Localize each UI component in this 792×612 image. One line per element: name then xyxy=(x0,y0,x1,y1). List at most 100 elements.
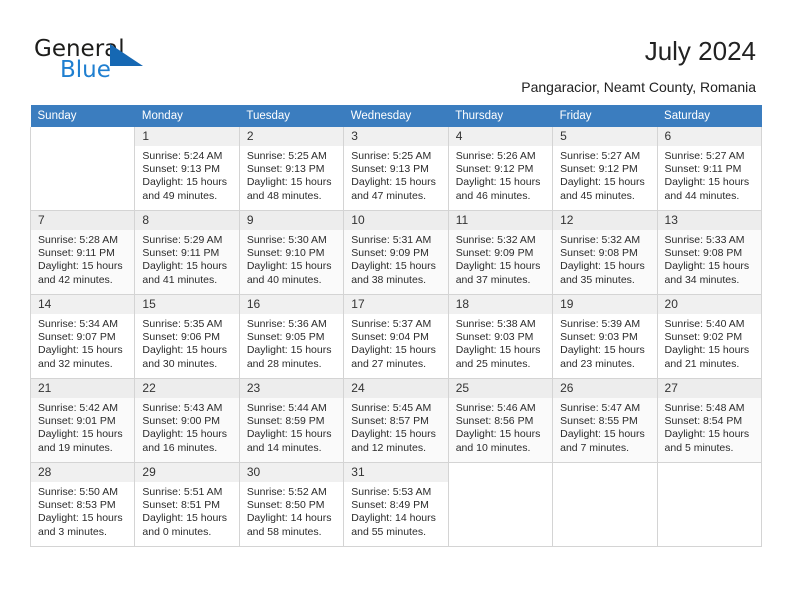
calendar-day-cell[interactable]: 3 Sunrise: 5:25 AM Sunset: 9:13 PM Daylight… xyxy=(343,127,449,211)
day-number: 20 xyxy=(657,295,761,314)
calendar-day-cell[interactable]: 19 Sunrise: 5:39 AM Sunset: 9:03 PM Dayligh… xyxy=(552,294,658,379)
calendar-day-cell[interactable]: 6 Sunrise: 5:27 AM Sunset: 9:11 PM Daylight… xyxy=(656,127,763,211)
daylight-text-line1: Daylight: 15 hours xyxy=(664,260,750,273)
calendar-day-cell[interactable]: 31 Sunrise: 5:53 AM Sunset: 8:49 PM Dayligh… xyxy=(343,462,449,547)
sunrise-text: Sunrise: 5:24 AM xyxy=(142,150,223,162)
calendar-day-cell[interactable]: 15 Sunrise: 5:35 AM Sunset: 9:06 PM Dayligh… xyxy=(134,294,240,379)
calendar-day-cell[interactable]: 9 Sunrise: 5:30 AM Sunset: 9:10 PM Daylight… xyxy=(238,210,345,295)
day-details: Sunrise: 5:51 AM Sunset: 8:51 PM Daylight:… xyxy=(135,482,238,539)
calendar-day-cell[interactable]: 8 Sunrise: 5:29 AM Sunset: 9:11 PM Daylight… xyxy=(134,210,240,295)
sunset-text: Sunset: 8:53 PM xyxy=(38,499,116,512)
day-details: Sunrise: 5:28 AM Sunset: 9:11 PM Daylight:… xyxy=(31,230,134,287)
daylight-text-line1: Daylight: 15 hours xyxy=(455,344,541,357)
sunrise-text: Sunrise: 5:45 AM xyxy=(351,402,432,414)
daylight-text-line1: Daylight: 15 hours xyxy=(664,344,750,357)
calendar-day-cell[interactable]: 26 Sunrise: 5:47 AM Sunset: 8:55 PM Dayligh… xyxy=(552,378,658,463)
daylight-text-line2: and 32 minutes. xyxy=(38,357,113,370)
general-blue-logo[interactable]: General Blue xyxy=(34,36,164,86)
daylight-text-line1: Daylight: 14 hours xyxy=(351,512,436,525)
daylight-text-line2: and 35 minutes. xyxy=(560,273,635,286)
sunrise-text: Sunrise: 5:44 AM xyxy=(246,402,327,414)
sunrise-text: Sunrise: 5:50 AM xyxy=(38,486,118,498)
day-details: Sunrise: 5:27 AM Sunset: 9:11 PM Daylight:… xyxy=(658,146,761,203)
day-details: Sunrise: 5:26 AM Sunset: 9:12 PM Daylight:… xyxy=(449,146,552,203)
sunrise-text: Sunrise: 5:48 AM xyxy=(664,402,745,414)
calendar-day-cell[interactable]: 10 Sunrise: 5:31 AM Sunset: 9:09 PM Dayligh… xyxy=(343,210,449,295)
day-details: Sunrise: 5:47 AM Sunset: 8:55 PM Daylight:… xyxy=(553,398,656,455)
day-details: Sunrise: 5:53 AM Sunset: 8:49 PM Daylight:… xyxy=(344,482,447,539)
calendar-day-cell[interactable]: 7 Sunrise: 5:28 AM Sunset: 9:11 PM Daylight… xyxy=(29,210,136,295)
calendar-day-cell[interactable]: 12 Sunrise: 5:32 AM Sunset: 9:08 PM Dayligh… xyxy=(552,210,658,295)
sunset-text: Sunset: 9:11 PM xyxy=(664,163,742,176)
calendar-day-cell[interactable]: 27 Sunrise: 5:48 AM Sunset: 8:54 PM Dayligh… xyxy=(656,378,763,463)
calendar-week-row: 7 Sunrise: 5:28 AM Sunset: 9:11 PM Daylight… xyxy=(29,210,763,295)
daylight-text-line1: Daylight: 15 hours xyxy=(38,260,123,273)
sunset-text: Sunset: 9:04 PM xyxy=(351,331,429,344)
calendar-day-cell[interactable]: 22 Sunrise: 5:43 AM Sunset: 9:00 PM Dayligh… xyxy=(134,378,240,463)
day-number: 8 xyxy=(135,211,239,230)
weekday-header-monday: Monday xyxy=(134,105,240,127)
sunrise-text: Sunrise: 5:25 AM xyxy=(351,150,432,162)
calendar-day-cell[interactable]: 20 Sunrise: 5:40 AM Sunset: 9:02 PM Dayligh… xyxy=(656,294,763,379)
calendar-day-cell[interactable]: 29 Sunrise: 5:51 AM Sunset: 8:51 PM Dayligh… xyxy=(134,462,240,547)
daylight-text-line1: Daylight: 15 hours xyxy=(351,260,436,273)
daylight-text-line1: Daylight: 15 hours xyxy=(351,344,436,357)
calendar-day-cell[interactable]: 11 Sunrise: 5:32 AM Sunset: 9:09 PM Dayligh… xyxy=(447,210,554,295)
day-number: 30 xyxy=(239,463,344,482)
calendar-day-cell[interactable]: 14 Sunrise: 5:34 AM Sunset: 9:07 PM Dayligh… xyxy=(29,294,136,379)
sunset-text: Sunset: 8:49 PM xyxy=(351,499,429,512)
calendar-day-cell[interactable]: 30 Sunrise: 5:52 AM Sunset: 8:50 PM Dayligh… xyxy=(238,462,345,547)
daylight-text-line2: and 14 minutes. xyxy=(246,441,322,454)
day-number: 12 xyxy=(553,211,657,230)
calendar-day-cell[interactable]: 24 Sunrise: 5:45 AM Sunset: 8:57 PM Dayligh… xyxy=(343,378,449,463)
day-number: 25 xyxy=(448,379,553,398)
day-number: 5 xyxy=(553,127,657,146)
calendar-day-cell[interactable]: 4 Sunrise: 5:26 AM Sunset: 9:12 PM Daylight… xyxy=(447,127,554,211)
calendar-day-cell[interactable]: 2 Sunrise: 5:25 AM Sunset: 9:13 PM Daylight… xyxy=(238,127,345,211)
daylight-text-line1: Daylight: 15 hours xyxy=(246,344,332,357)
sunrise-text: Sunrise: 5:34 AM xyxy=(38,318,118,330)
day-details: Sunrise: 5:25 AM Sunset: 9:13 PM Daylight:… xyxy=(344,146,447,203)
calendar-day-cell[interactable]: 5 Sunrise: 5:27 AM Sunset: 9:12 PM Daylight… xyxy=(552,127,658,211)
day-number: 31 xyxy=(344,463,448,482)
sunset-text: Sunset: 9:03 PM xyxy=(560,331,638,344)
daylight-text-line1: Daylight: 15 hours xyxy=(664,428,750,441)
weekday-header-row: Sunday Monday Tuesday Wednesday Thursday… xyxy=(30,105,762,127)
calendar-day-cell[interactable]: 16 Sunrise: 5:36 AM Sunset: 9:05 PM Dayligh… xyxy=(238,294,345,379)
daylight-text-line2: and 45 minutes. xyxy=(560,189,635,202)
sunset-text: Sunset: 9:06 PM xyxy=(142,331,221,344)
calendar-day-cell[interactable]: 17 Sunrise: 5:37 AM Sunset: 9:04 PM Dayligh… xyxy=(343,294,449,379)
day-details: Sunrise: 5:50 AM Sunset: 8:53 PM Daylight:… xyxy=(31,482,134,539)
calendar-day-cell[interactable]: 21 Sunrise: 5:42 AM Sunset: 9:01 PM Dayligh… xyxy=(29,378,136,463)
calendar-day-cell[interactable]: 1 Sunrise: 5:24 AM Sunset: 9:13 PM Daylight… xyxy=(134,127,240,211)
sunset-text: Sunset: 8:51 PM xyxy=(142,499,221,512)
day-number: 17 xyxy=(344,295,448,314)
sunset-text: Sunset: 9:09 PM xyxy=(351,247,429,260)
calendar-day-cell[interactable]: 13 Sunrise: 5:33 AM Sunset: 9:08 PM Dayligh… xyxy=(656,210,763,295)
sunrise-text: Sunrise: 5:33 AM xyxy=(664,234,745,246)
weekday-header-friday: Friday xyxy=(552,105,658,127)
day-details: Sunrise: 5:43 AM Sunset: 9:00 PM Daylight:… xyxy=(135,398,238,455)
daylight-text-line1: Daylight: 15 hours xyxy=(455,428,541,441)
sunset-text: Sunset: 8:59 PM xyxy=(246,415,325,428)
daylight-text-line1: Daylight: 15 hours xyxy=(560,176,645,189)
day-number: 23 xyxy=(239,379,344,398)
daylight-text-line1: Daylight: 15 hours xyxy=(560,428,645,441)
daylight-text-line2: and 10 minutes. xyxy=(455,441,531,454)
day-details: Sunrise: 5:30 AM Sunset: 9:10 PM Daylight:… xyxy=(240,230,343,287)
daylight-text-line2: and 3 minutes. xyxy=(38,525,107,538)
daylight-text-line1: Daylight: 15 hours xyxy=(38,428,123,441)
sunset-text: Sunset: 8:54 PM xyxy=(664,415,743,428)
calendar-week-row: 21 Sunrise: 5:42 AM Sunset: 9:01 PM Dayligh… xyxy=(29,378,763,463)
day-number: 13 xyxy=(657,211,761,230)
day-number: 22 xyxy=(135,379,239,398)
daylight-text-line1: Daylight: 15 hours xyxy=(142,176,228,189)
daylight-text-line2: and 55 minutes. xyxy=(351,525,426,538)
calendar-day-cell[interactable]: 23 Sunrise: 5:44 AM Sunset: 8:59 PM Dayligh… xyxy=(238,378,345,463)
daylight-text-line1: Daylight: 15 hours xyxy=(246,260,332,273)
sunrise-text: Sunrise: 5:27 AM xyxy=(664,150,745,162)
calendar-day-cell[interactable]: 28 Sunrise: 5:50 AM Sunset: 8:53 PM Dayligh… xyxy=(29,462,136,547)
day-details: Sunrise: 5:36 AM Sunset: 9:05 PM Daylight:… xyxy=(240,314,343,371)
calendar-day-cell[interactable]: 18 Sunrise: 5:38 AM Sunset: 9:03 PM Dayligh… xyxy=(447,294,554,379)
calendar-day-cell[interactable]: 25 Sunrise: 5:46 AM Sunset: 8:56 PM Dayligh… xyxy=(447,378,554,463)
